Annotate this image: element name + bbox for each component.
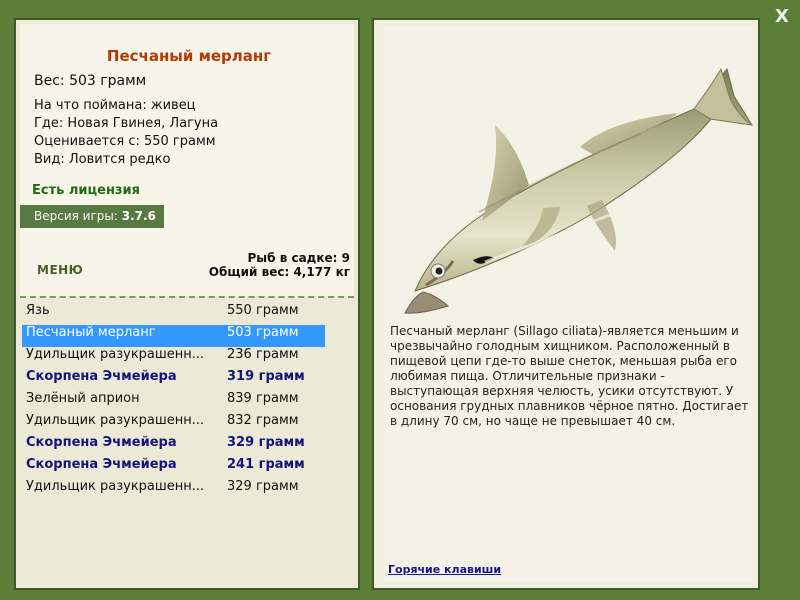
catch-list-row[interactable]: Зелёный априон 839 грамм [22,391,325,413]
fish-count: Рыб в садке: 9 [247,251,351,265]
detail-content: Песчаный мерланг (Sillago ciliata)-являе… [380,26,753,582]
fish-name: Зелёный априон [26,391,140,406]
catch-list: Язь 550 грамм Песчаный мерланг 503 грамм Уди… [20,303,354,501]
catch-list-row[interactable]: Скорпена Эчмейера 241 грамм [22,457,325,479]
fish-weight-value: 241 грамм [227,457,305,472]
fish-weight-value: 329 грамм [227,435,305,450]
fish-name: Удильщик разукрашенн... [26,413,205,428]
fish-name: Песчаный мерланг [26,325,156,340]
fish-weight-value: 236 грамм [227,347,299,362]
rarity-text: Вид: Ловится редко [34,152,171,167]
fish-weight: Вес: 503 грамм [34,73,147,89]
license-status: Есть лицензия [32,183,140,198]
total-weight: Общий вес: 4,177 кг [208,265,350,279]
fish-detail-panel: Песчаный мерланг (Sillago ciliata)-являе… [372,18,760,590]
catch-list-row[interactable]: Песчаный мерланг 503 грамм [22,325,325,347]
catch-panel: Песчаный мерланг Вес: 503 грамм На что п… [14,18,360,590]
fish-name: Скорпена Эчмейера [26,369,177,384]
location-text: Где: Новая Гвинея, Лагуна [34,116,219,131]
section-divider [20,296,354,298]
catch-list-row[interactable]: Язь 550 грамм [22,303,325,325]
fish-name: Удильщик разукрашенн... [26,347,205,362]
fish-details: На что поймана: живец Где: Новая Гвинея,… [34,97,218,169]
fish-weight-value: 839 грамм [227,391,299,406]
value-text: Оценивается с: 550 грамм [34,134,216,149]
fish-name: Скорпена Эчмейера [26,435,177,450]
fish-name: Удильщик разукрашенн... [26,479,205,494]
close-icon[interactable]: X [770,6,794,28]
menu-button[interactable]: МЕНЮ [37,263,83,277]
fish-weight-value: 550 грамм [227,303,299,318]
catch-list-row[interactable]: Удильщик разукрашенн... 832 грамм [22,413,325,435]
fish-weight-value: 329 грамм [227,479,299,494]
hotkeys-link[interactable]: Горячие клавиши [388,563,501,576]
fish-weight-value: 503 грамм [227,325,299,340]
version-badge: Версия игры: 3.7.6 [20,205,164,228]
catch-list-row[interactable]: Скорпена Эчмейера 329 грамм [22,435,325,457]
fish-name: Язь [26,303,50,318]
fish-name: Скорпена Эчмейера [26,457,177,472]
fish-picture [404,67,753,314]
fish-title: Песчаный мерланг [106,47,272,65]
version-label: Версия игры: [34,209,118,223]
caught-with-text: На что поймана: живец [34,98,196,113]
catch-list-row[interactable]: Удильщик разукрашенн... 236 грамм [22,347,325,369]
catch-list-row[interactable]: Скорпена Эчмейера 319 грамм [22,369,325,391]
fish-weight-value: 319 грамм [227,369,305,384]
fish-weight-value: 832 грамм [227,413,299,428]
catch-list-row[interactable]: Удильщик разукрашенн... 329 грамм [22,479,325,501]
version-value: 3.7.6 [121,209,156,223]
catch-stats: Рыб в садке: 9 Общий вес: 4,177 кг [209,251,350,279]
fish-description: Песчаный мерланг (Sillago ciliata)-являе… [390,324,749,428]
